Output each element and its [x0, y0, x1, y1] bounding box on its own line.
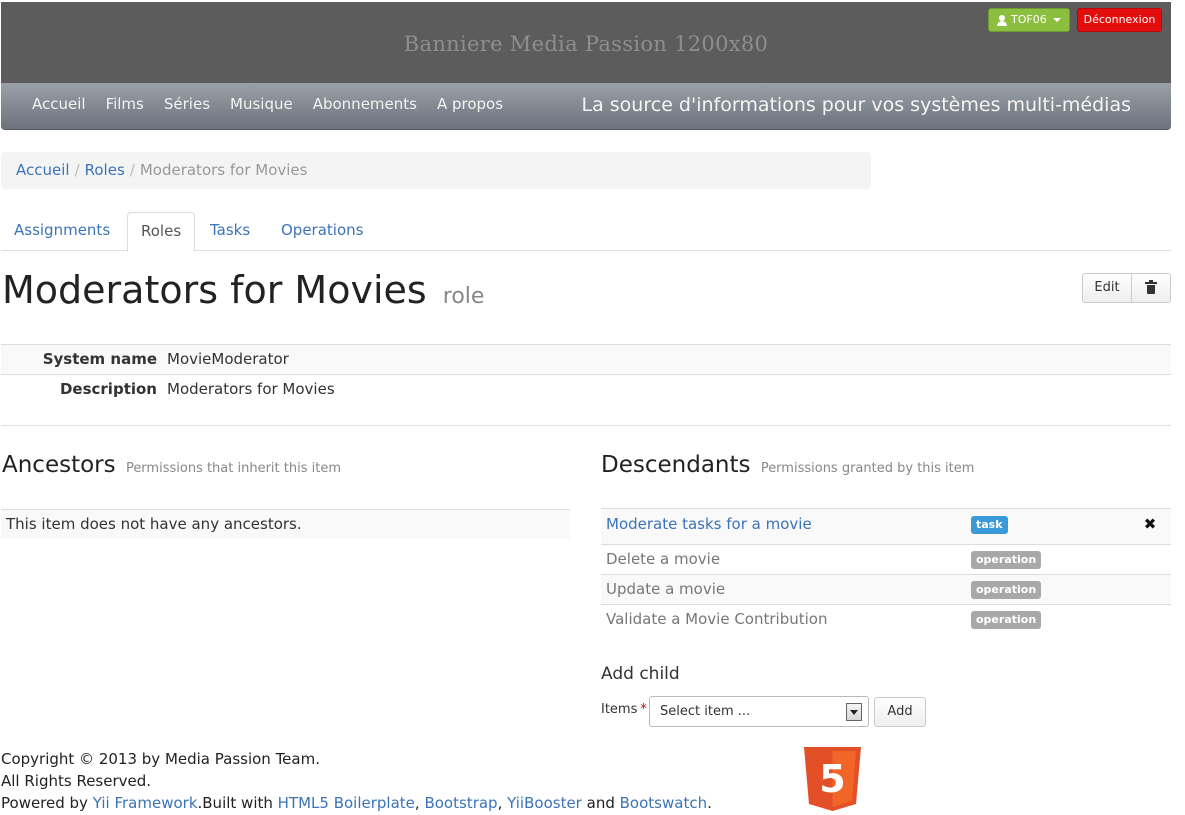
logout-button[interactable]: Déconnexion	[1077, 8, 1162, 32]
tab-tasks[interactable]: Tasks	[197, 212, 263, 251]
ancestors-title: Ancestors	[2, 452, 116, 478]
add-child-button[interactable]: Add	[874, 697, 926, 727]
table-row: Update a movie operation	[601, 574, 1171, 604]
descendant-name: Delete a movie	[606, 550, 721, 568]
descendants-subtitle: Permissions granted by this item	[760, 461, 975, 476]
descendants-title: Descendants	[601, 452, 751, 478]
descendant-name: Validate a Movie Contribution	[606, 610, 828, 628]
remove-icon[interactable]: ✖	[1142, 516, 1158, 532]
yiibooster-link[interactable]: YiiBooster	[507, 794, 582, 812]
nav-item-musique[interactable]: Musique	[220, 83, 303, 127]
breadcrumb: Accueil / Roles / Moderators for Movies	[1, 152, 871, 189]
main-navbar: Accueil Films Séries Musique Abonnements…	[1, 83, 1171, 130]
tab-bar: Assignments Roles Tasks Operations	[1, 212, 1171, 252]
breadcrumb-separator: /	[74, 161, 80, 179]
footer-copyright: Copyright © 2013 by Media Passion Team.	[1, 750, 320, 768]
delete-button[interactable]	[1132, 274, 1170, 302]
chevron-down-icon[interactable]	[846, 703, 862, 721]
html5-boilerplate-link[interactable]: HTML5 Boilerplate	[278, 794, 415, 812]
descendants-table: Moderate tasks for a movie task ✖ Delete…	[601, 508, 1171, 634]
type-badge: operation	[971, 550, 1042, 569]
detail-row-system-name: System name MovieModerator	[1, 344, 1171, 374]
user-icon	[997, 14, 1007, 26]
breadcrumb-link-roles[interactable]: Roles	[85, 161, 125, 179]
footer-rights: All Rights Reserved.	[1, 772, 152, 790]
description-label: Description	[59, 380, 157, 398]
required-mark: *	[640, 702, 647, 717]
ancestors-subtitle: Permissions that inherit this item	[125, 461, 341, 476]
trash-icon	[1145, 280, 1157, 294]
type-badge: operation	[971, 580, 1042, 599]
add-child-title: Add child	[601, 664, 680, 684]
tab-roles[interactable]: Roles	[127, 212, 196, 252]
table-row: Moderate tasks for a movie task ✖	[601, 508, 1171, 544]
page-title: Moderators for Movies role	[2, 268, 484, 312]
items-select[interactable]: Select item ...	[649, 696, 869, 727]
nav-item-abonnements[interactable]: Abonnements	[303, 83, 427, 127]
items-label: Items *	[601, 702, 647, 717]
detail-table: System name MovieModerator Description M…	[1, 344, 1171, 404]
user-menu-button[interactable]: TOF06	[988, 8, 1070, 32]
banner: Banniere Media Passion 1200x80 TOF06 Déc…	[1, 2, 1171, 83]
tab-operations[interactable]: Operations	[268, 212, 376, 251]
table-row: Validate a Movie Contribution operation	[601, 604, 1171, 634]
type-badge: task	[971, 515, 1008, 534]
edit-button[interactable]: Edit	[1083, 274, 1132, 302]
yii-link[interactable]: Yii Framework	[93, 794, 198, 812]
html5-badge-text: 5	[819, 757, 845, 801]
nav-item-a-propos[interactable]: A propos	[427, 83, 513, 127]
footer: Copyright © 2013 by Media Passion Team. …	[1, 748, 712, 814]
detail-row-description: Description Moderators for Movies	[1, 374, 1171, 404]
nav-item-series[interactable]: Séries	[154, 83, 220, 127]
breadcrumb-link-accueil[interactable]: Accueil	[16, 161, 70, 179]
description-value: Moderators for Movies	[167, 380, 335, 398]
table-row: Delete a movie operation	[601, 544, 1171, 574]
nav-item-films[interactable]: Films	[96, 83, 154, 127]
system-name-value: MovieModerator	[167, 350, 289, 368]
type-badge: operation	[971, 610, 1042, 629]
page-subtitle: role	[442, 284, 485, 309]
item-actions: Edit	[1082, 273, 1171, 303]
page-title-text: Moderators for Movies	[2, 268, 427, 312]
bootswatch-link[interactable]: Bootswatch	[620, 794, 707, 812]
ancestors-heading: Ancestors Permissions that inherit this …	[2, 452, 341, 478]
caret-down-icon	[1052, 18, 1061, 22]
nav-items: Accueil Films Séries Musique Abonnements…	[22, 83, 513, 127]
descendants-heading: Descendants Permissions granted by this …	[601, 452, 974, 478]
user-menu-label: TOF06	[1011, 13, 1047, 26]
nav-item-accueil[interactable]: Accueil	[22, 83, 96, 127]
bootstrap-link[interactable]: Bootstrap	[424, 794, 497, 812]
footer-powered: Powered by Yii Framework.Built with HTML…	[1, 794, 712, 812]
ancestors-empty: This item does not have any ancestors.	[1, 509, 570, 539]
nav-tagline: La source d'informations pour vos systèm…	[581, 94, 1131, 116]
divider	[1, 425, 1171, 426]
descendant-link[interactable]: Moderate tasks for a movie	[601, 509, 971, 544]
items-select-value: Select item ...	[660, 704, 751, 719]
banner-title: Banniere Media Passion 1200x80	[403, 32, 769, 56]
breadcrumb-separator: /	[129, 161, 135, 179]
breadcrumb-current: Moderators for Movies	[139, 161, 308, 179]
descendant-name: Update a movie	[606, 580, 726, 598]
tab-assignments[interactable]: Assignments	[1, 212, 123, 251]
system-name-label: System name	[42, 350, 157, 368]
html5-logo-icon: 5	[804, 747, 861, 811]
